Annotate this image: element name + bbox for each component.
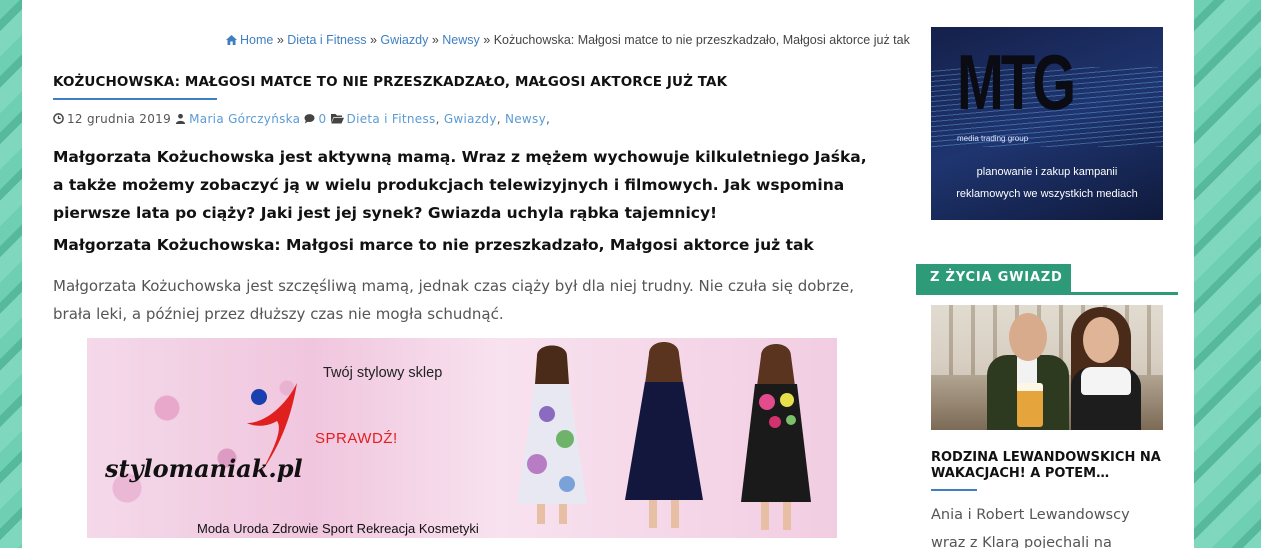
breadcrumb-separator: » <box>483 33 491 47</box>
breadcrumb-link-gwiazdy[interactable]: Gwiazdy <box>380 33 428 47</box>
stylomaniak-ad-banner[interactable]: Twój stylowy sklep SPRAWDŹ! stylomaniak.… <box>87 338 837 538</box>
comment-icon <box>304 114 316 124</box>
user-icon <box>176 113 186 124</box>
clock-icon <box>53 113 64 124</box>
mtg-logo-subtitle: media trading group <box>957 134 1029 143</box>
model-photo <box>625 342 703 528</box>
banner-footer-text: Moda Uroda Zdrowie Sport Rekreacja Kosme… <box>197 521 479 536</box>
banner-tagline: Twój stylowy sklep <box>323 365 443 381</box>
ad-text-line: planowanie i zakup kampanii <box>976 166 1118 178</box>
mtg-logo: MTG <box>957 38 1076 126</box>
model-photo <box>741 344 811 530</box>
breadcrumb-separator: » <box>276 33 284 47</box>
breadcrumb-link-newsy[interactable]: Newsy <box>442 33 480 47</box>
mtg-ad-banner[interactable]: MTG media trading group planowanie i zak… <box>931 27 1163 220</box>
post-category-link[interactable]: Newsy <box>505 112 546 126</box>
post-subheading: Małgorzata Kożuchowska: Małgosi marce to… <box>53 236 814 254</box>
widget-post-title-link[interactable]: RODZINA LEWANDOWSKICH NA WAKACJACH! A PO… <box>931 450 1163 482</box>
folder-icon <box>330 114 344 124</box>
home-icon <box>226 35 237 45</box>
post-category-link[interactable]: Dieta i Fitness <box>347 112 436 126</box>
widget-title: Z ŻYCIA GWIAZD <box>916 264 1071 292</box>
beer-mug <box>1017 383 1043 427</box>
post-body-paragraph: Małgorzata Kożuchowska jest szczęśliwą m… <box>53 277 854 323</box>
banner-cta[interactable]: SPRAWDŹ! <box>315 430 398 447</box>
widget-post-excerpt: Ania i Robert Lewandowscy wraz z Klarą p… <box>931 507 1130 548</box>
widget-title-underline <box>931 489 977 491</box>
model-photo <box>517 345 587 524</box>
breadcrumb-home-link[interactable]: Home <box>240 33 273 47</box>
page-content: Home » Dieta i Fitness » Gwiazdy » Newsy… <box>22 0 1194 548</box>
widget-post-thumbnail[interactable] <box>931 305 1163 430</box>
post-lead: Małgorzata Kożuchowska jest aktywną mamą… <box>53 148 867 222</box>
page-background-right <box>1194 0 1261 548</box>
breadcrumb-separator: » <box>369 33 377 47</box>
post-author-link[interactable]: Maria Górczyńska <box>189 112 300 126</box>
post-meta: 12 grudnia 2019 Maria Górczyńska 0 Dieta… <box>53 112 873 126</box>
post-title: KOŻUCHOWSKA: MAŁGOSI MATCE TO NIE PRZESZ… <box>53 74 728 90</box>
breadcrumb-current: Kożuchowska: Małgosi matce to nie przesz… <box>493 33 910 47</box>
ad-text-line: reklamowych we wszystkich mediach <box>956 188 1138 200</box>
post-category-link[interactable]: Gwiazdy <box>444 112 497 126</box>
post-date: 12 grudnia 2019 <box>67 112 172 126</box>
widget-header: Z ŻYCIA GWIAZD <box>916 264 1178 295</box>
title-underline <box>53 98 217 100</box>
breadcrumb-separator: » <box>431 33 439 47</box>
banner-logo: stylomaniak.pl <box>105 454 303 483</box>
breadcrumb-link-dieta[interactable]: Dieta i Fitness <box>287 33 366 47</box>
post-comments-link[interactable]: 0 <box>318 112 326 126</box>
breadcrumb: Home » Dieta i Fitness » Gwiazdy » Newsy… <box>226 33 910 47</box>
page-background-left <box>0 0 22 548</box>
